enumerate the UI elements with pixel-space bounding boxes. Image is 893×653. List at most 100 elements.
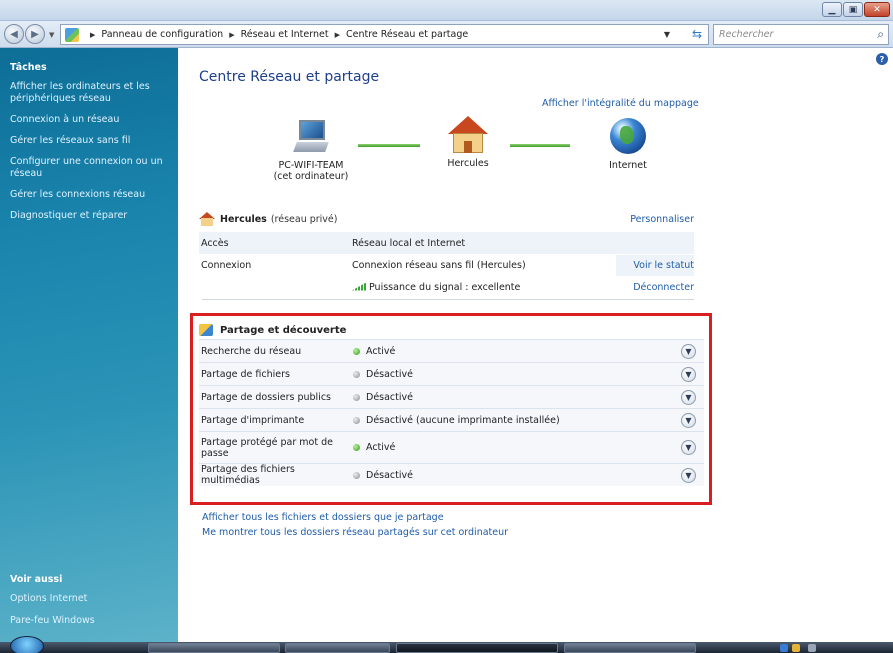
breadcrumb-separator[interactable]: ▶: [90, 31, 95, 39]
back-button[interactable]: ◀: [4, 24, 24, 44]
maximize-button[interactable]: ▣: [843, 2, 863, 17]
globe-icon: [610, 118, 646, 154]
chevron-down-icon[interactable]: ▼: [681, 343, 696, 359]
see-also-section: Voir aussi Options Internet Pare-feu Win…: [10, 574, 95, 637]
taskbar-button[interactable]: [396, 643, 558, 653]
breadcrumb-item[interactable]: Panneau de configuration: [101, 29, 223, 40]
tray-icon[interactable]: [792, 644, 800, 652]
show-shared-files-link[interactable]: Afficher tous les fichiers et dossiers q…: [202, 510, 508, 525]
divider: [202, 299, 694, 300]
network-type: (réseau privé): [270, 213, 338, 225]
navigation-bar: ◀ ▶ ▼ ▶ Panneau de configuration ▶ Résea…: [0, 21, 893, 48]
chevron-down-icon[interactable]: ▼: [681, 440, 696, 455]
row-value: Connexion réseau sans fil (Hercules): [352, 259, 526, 271]
search-input[interactable]: Rechercher ⌕: [713, 24, 889, 45]
tasks-heading: Tâches: [10, 62, 47, 73]
customize-link[interactable]: Personnaliser: [630, 214, 694, 225]
breadcrumb-item[interactable]: Réseau et Internet: [241, 29, 329, 40]
sharing-row-network-discovery[interactable]: Recherche du réseau Activé ▼: [199, 339, 704, 362]
table-row: Puissance du signal : excellente Déconne…: [199, 276, 694, 298]
breadcrumb-item[interactable]: Centre Réseau et partage: [346, 29, 468, 40]
help-icon[interactable]: ?: [876, 53, 888, 65]
minimize-button[interactable]: ▁: [822, 2, 842, 17]
sharing-row-file-sharing[interactable]: Partage de fichiers Désactivé ▼: [199, 362, 704, 385]
setting-label: Partage protégé par mot de passe: [201, 436, 333, 459]
sharing-row-media[interactable]: Partage des fichiers multimédias Désacti…: [199, 463, 704, 486]
sidebar-link-internet-options[interactable]: Options Internet: [10, 593, 95, 605]
tasks-pane: Tâches Afficher les ordinateurs et les p…: [0, 48, 178, 642]
connection-line: [510, 144, 570, 147]
start-button[interactable]: [10, 636, 44, 653]
sharing-title: Partage et découverte: [220, 324, 347, 336]
see-also-heading: Voir aussi: [10, 574, 63, 585]
taskbar-button[interactable]: [285, 643, 390, 653]
show-shared-folders-link[interactable]: Me montrer tous les dossiers réseau part…: [202, 525, 508, 540]
network-header: Hercules (réseau privé) Personnaliser: [199, 212, 694, 226]
status-off-icon: [353, 471, 360, 479]
close-button[interactable]: ✕: [864, 2, 890, 17]
sidebar-link-connect[interactable]: Connexion à un réseau: [10, 114, 168, 126]
setting-status: Activé: [366, 442, 396, 453]
view-status-link[interactable]: Voir le statut: [616, 254, 694, 276]
forward-button[interactable]: ▶: [25, 24, 45, 44]
refresh-icon[interactable]: ⇆: [692, 27, 702, 41]
page-title: Centre Réseau et partage: [199, 69, 380, 85]
volume-tray-icon[interactable]: [808, 644, 816, 652]
setting-label: Partage de fichiers: [201, 368, 290, 380]
signal-strength: Puissance du signal : excellente: [352, 282, 616, 293]
sidebar-link-view-computers[interactable]: Afficher les ordinateurs et les périphér…: [10, 81, 168, 105]
status-off-icon: [353, 416, 360, 424]
sharing-row-public-folders[interactable]: Partage de dossiers publics Désactivé ▼: [199, 385, 704, 408]
setting-status: Désactivé: [366, 391, 413, 403]
sidebar-link-firewall[interactable]: Pare-feu Windows: [10, 615, 95, 627]
sidebar-link-manage-wireless[interactable]: Gérer les réseaux sans fil: [10, 135, 168, 147]
chevron-down-icon[interactable]: ▼: [681, 389, 696, 405]
status-on-icon: [353, 444, 360, 451]
title-bar: ▁ ▣ ✕: [0, 0, 893, 21]
address-bar[interactable]: ▶ Panneau de configuration ▶ Réseau et I…: [60, 24, 709, 45]
full-map-link[interactable]: Afficher l'intégralité du mappage: [542, 98, 699, 109]
row-value: Réseau local et Internet: [352, 237, 466, 249]
network-name: Hercules: [220, 213, 267, 225]
table-row: Accès Réseau local et Internet: [199, 232, 694, 254]
internet-node: Internet: [588, 118, 668, 171]
computer-icon: [293, 120, 329, 154]
sharing-row-printer[interactable]: Partage d'imprimante Désactivé (aucune i…: [199, 408, 704, 431]
bottom-links: Afficher tous les fichiers et dossiers q…: [202, 510, 508, 540]
main-content: ? Centre Réseau et partage Afficher l'in…: [178, 48, 893, 642]
setting-label: Partage d'imprimante: [201, 414, 305, 426]
status-off-icon: [353, 370, 360, 378]
row-key: Accès: [201, 237, 229, 249]
network-tray-icon[interactable]: [780, 644, 788, 652]
taskbar-button[interactable]: [148, 643, 280, 653]
address-dropdown-icon[interactable]: ▼: [664, 30, 670, 39]
taskbar-button[interactable]: [564, 643, 696, 653]
setting-status: Désactivé: [366, 368, 413, 380]
computer-subtitle: (cet ordinateur): [273, 171, 349, 182]
network-node-label: Hercules: [447, 158, 489, 169]
row-key: Connexion: [201, 259, 252, 271]
house-icon: [199, 212, 215, 226]
sharing-row-password[interactable]: Partage protégé par mot de passe Activé …: [199, 431, 704, 463]
breadcrumb-separator[interactable]: ▶: [229, 31, 234, 39]
sidebar-link-diagnose[interactable]: Diagnostiquer et réparer: [10, 210, 168, 222]
recent-pages-dropdown[interactable]: ▼: [49, 31, 54, 39]
search-icon[interactable]: ⌕: [877, 27, 884, 42]
disconnect-link[interactable]: Déconnecter: [616, 282, 694, 293]
signal-strength-text: Puissance du signal : excellente: [369, 281, 521, 293]
chevron-down-icon[interactable]: ▼: [681, 412, 696, 428]
chevron-down-icon[interactable]: ▼: [681, 366, 696, 382]
setting-label: Partage des fichiers multimédias: [201, 464, 295, 486]
chevron-down-icon[interactable]: ▼: [681, 467, 696, 483]
sidebar-link-manage-connections[interactable]: Gérer les connexions réseau: [10, 189, 168, 201]
breadcrumb-separator[interactable]: ▶: [335, 31, 340, 39]
network-details-table: Accès Réseau local et Internet Connexion…: [199, 232, 694, 298]
setting-status: Désactivé: [366, 469, 413, 481]
sharing-discovery-section: Partage et découverte Recherche du résea…: [190, 313, 712, 505]
connection-line: [358, 144, 420, 147]
sharing-header: Partage et découverte: [199, 321, 704, 339]
signal-strength-icon: [352, 282, 366, 291]
network-node: Hercules: [423, 116, 513, 169]
control-panel-icon: [65, 27, 79, 42]
sidebar-link-setup-connection[interactable]: Configurer une connexion ou un réseau: [10, 156, 168, 180]
